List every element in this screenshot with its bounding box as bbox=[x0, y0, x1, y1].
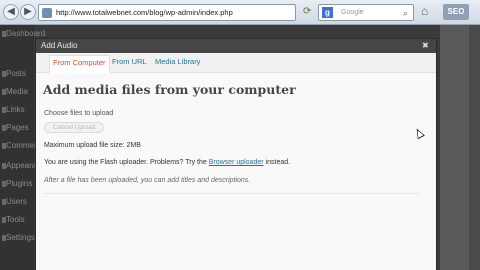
dialog-body: From Computer From URL Media Library Add… bbox=[36, 53, 436, 270]
browser-uploader-link[interactable]: Browser uploader bbox=[209, 159, 264, 166]
dialog-title: Add Audio bbox=[41, 41, 78, 50]
page-title: Add media files from your computer bbox=[43, 82, 296, 97]
browser-toolbar: ◀ ▶ http://www.totalwebnet.com/blog/wp-a… bbox=[0, 0, 480, 25]
cancel-upload-button[interactable]: Cancel Upload bbox=[44, 122, 104, 133]
page-scrollbar[interactable] bbox=[469, 25, 480, 270]
seo-toolbar-button[interactable]: SEO bbox=[443, 4, 469, 20]
search-input[interactable]: Google bbox=[341, 9, 364, 16]
media-tabs: From Computer From URL Media Library bbox=[36, 53, 436, 73]
sidebar-item-tools[interactable]: Tools bbox=[6, 215, 25, 224]
after-upload-hint: After a file has been uploaded, you can … bbox=[44, 177, 251, 184]
sidebar-item-dashboard[interactable]: Dashboard bbox=[6, 29, 45, 38]
sidebar-item-pages[interactable]: Pages bbox=[6, 123, 29, 132]
sidebar-item-settings[interactable]: Settings bbox=[6, 233, 35, 242]
tab-media-library[interactable]: Media Library bbox=[155, 57, 200, 66]
url-text[interactable]: http://www.totalwebnet.com/blog/wp-admin… bbox=[56, 8, 233, 17]
search-icon[interactable]: ⌕ bbox=[403, 8, 408, 19]
flash-notice-prefix: You are using the Flash uploader. Proble… bbox=[44, 159, 209, 166]
forward-button[interactable]: ▶ bbox=[20, 4, 36, 20]
flash-uploader-notice: You are using the Flash uploader. Proble… bbox=[44, 159, 290, 166]
site-favicon-icon bbox=[42, 8, 52, 18]
sidebar-item-media[interactable]: Media bbox=[6, 87, 28, 96]
search-bar[interactable]: g Google ⌕ bbox=[318, 4, 414, 21]
sidebar-item-links[interactable]: Links bbox=[6, 105, 25, 114]
max-upload-size: Maximum upload file size: 2MB bbox=[44, 142, 141, 149]
tab-from-url[interactable]: From URL bbox=[112, 57, 147, 66]
sidebar-item-users[interactable]: Users bbox=[6, 197, 27, 206]
close-icon[interactable]: ✖ bbox=[422, 41, 429, 50]
back-button[interactable]: ◀ bbox=[3, 4, 19, 20]
divider bbox=[44, 193, 419, 194]
tab-from-computer[interactable]: From Computer bbox=[49, 55, 110, 73]
admin-sidebar: Dashboard Posts Media Links Pages Commen… bbox=[0, 25, 49, 270]
choose-files-label: Choose files to upload bbox=[44, 110, 114, 117]
address-bar[interactable]: http://www.totalwebnet.com/blog/wp-admin… bbox=[38, 4, 331, 21]
sidebar-item-posts[interactable]: Posts bbox=[6, 69, 26, 78]
home-icon[interactable]: ⌂ bbox=[421, 4, 428, 18]
add-audio-dialog: Add Audio ✖ From Computer From URL Media… bbox=[35, 38, 437, 270]
refresh-icon[interactable]: ⟳ bbox=[303, 6, 311, 17]
google-icon[interactable]: g bbox=[322, 7, 333, 18]
dialog-titlebar: Add Audio ✖ bbox=[36, 39, 436, 53]
sidebar-item-plugins[interactable]: Plugins bbox=[6, 179, 32, 188]
flash-notice-suffix: instead. bbox=[263, 159, 291, 166]
